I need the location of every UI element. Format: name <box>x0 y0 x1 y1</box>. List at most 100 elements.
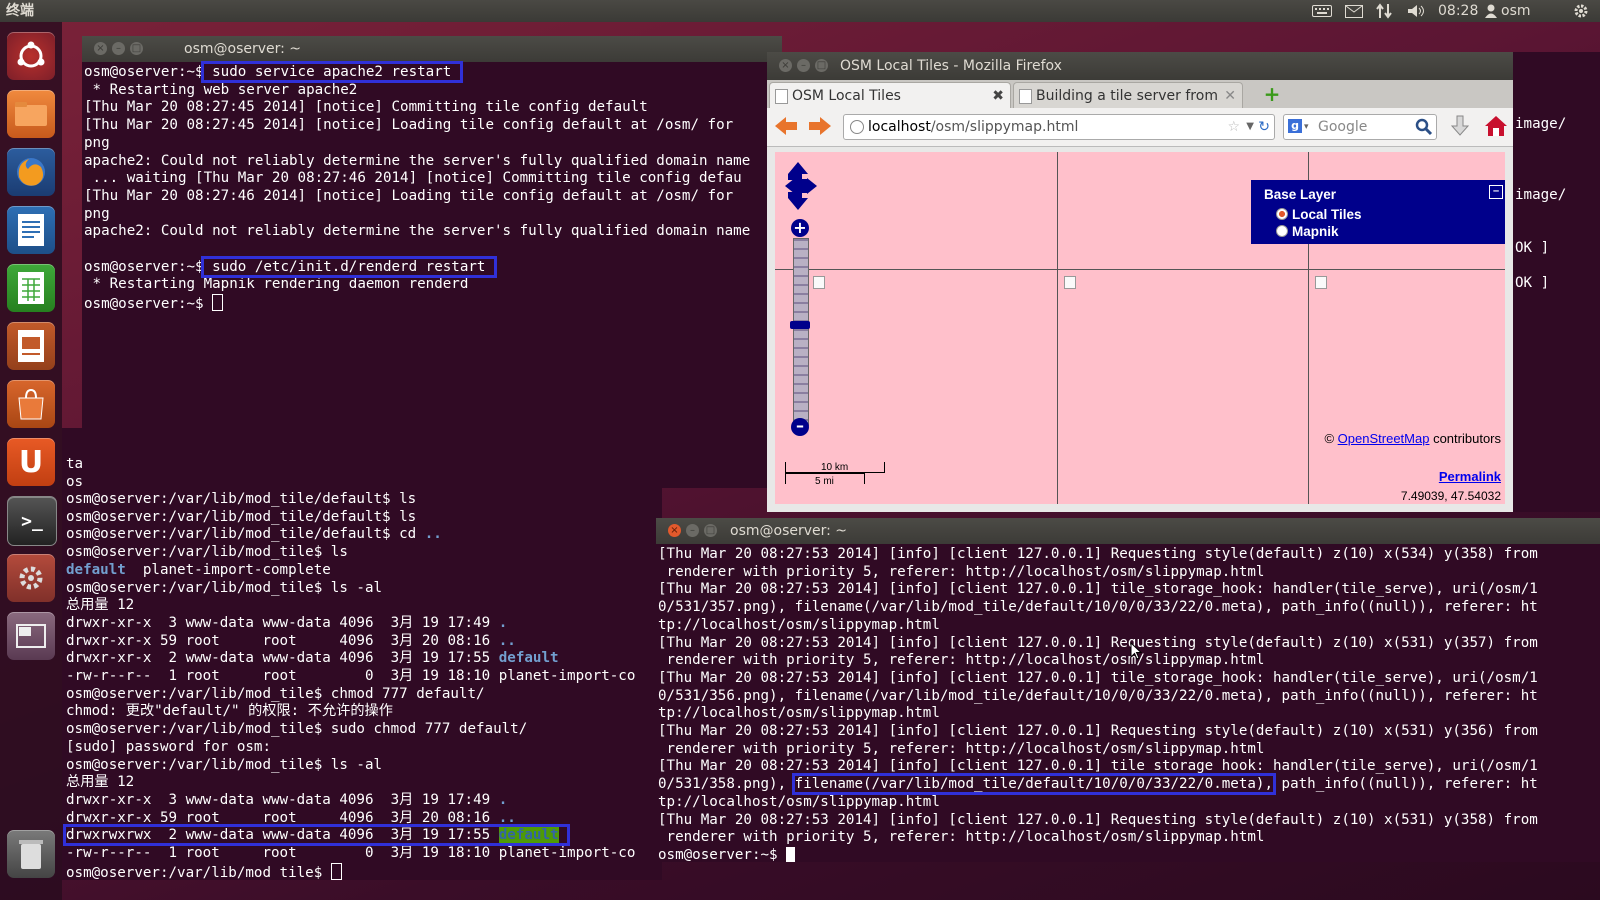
broken-tile-icon <box>1064 276 1076 289</box>
radio-unselected-icon[interactable] <box>1276 225 1288 237</box>
tab-osm-local-tiles[interactable]: OSM Local Tiles ✖ <box>769 82 1011 109</box>
back-arrow-icon[interactable] <box>773 114 799 142</box>
shopping-bag-icon[interactable] <box>7 380 55 428</box>
maximize-button[interactable]: □ <box>815 59 828 72</box>
volume-icon[interactable] <box>1404 0 1428 22</box>
user-name[interactable]: osm <box>1501 0 1531 22</box>
firefox-window[interactable]: × – □ OSM Local Tiles - Mozilla Firefox … <box>767 52 1513 512</box>
terminal-line: osm@oserver:~$ <box>84 294 224 312</box>
ubuntu-logo-icon[interactable] <box>7 32 55 80</box>
google-icon[interactable]: g <box>1288 119 1302 133</box>
network-icon[interactable] <box>1372 0 1396 22</box>
layer-switcher[interactable]: Base Layer – Local Tiles Mapnik <box>1251 180 1505 244</box>
trash-icon[interactable] <box>7 830 55 878</box>
tab-strip: OSM Local Tiles ✖ Building a tile server… <box>767 80 1513 109</box>
cursor <box>212 294 224 312</box>
terminal-line: apache2: Could not reliably determine th… <box>84 223 751 240</box>
window-title: OSM Local Tiles - Mozilla Firefox <box>840 58 1062 74</box>
terminal-line: osm@oserver:/var/lib/mod_tile/default$ l… <box>66 491 417 507</box>
terminal-window-2[interactable]: ta os osm@oserver:/var/lib/mod_tile/defa… <box>62 428 662 880</box>
workspace-icon[interactable] <box>7 612 55 660</box>
terminal-3-output: [Thu Mar 20 08:27:53 2014] [info] [clien… <box>658 546 1538 862</box>
folder-icon[interactable] <box>7 90 55 138</box>
presentation-icon[interactable] <box>7 322 55 370</box>
close-tab-icon[interactable]: ✕ <box>1224 83 1236 109</box>
minimize-layer-switcher-icon[interactable]: – <box>1489 185 1503 199</box>
keyboard-icon[interactable] <box>1310 0 1334 22</box>
dropdown-icon[interactable]: ▼ <box>1246 115 1254 139</box>
terminal-icon[interactable]: >_ <box>7 496 57 546</box>
mail-icon[interactable] <box>1342 0 1366 22</box>
radio-selected-icon[interactable] <box>1276 208 1288 220</box>
navigation-toolbar: localhost/osm/slippymap.html ☆ ▼ ↻ g ▾ G… <box>767 108 1513 147</box>
terminal-line: [Thu Mar 20 08:27:53 2014] [info] [clien… <box>658 811 1538 828</box>
terminal-line: [Thu Mar 20 08:27:53 2014] [info] [clien… <box>658 634 1538 651</box>
terminal-line: png <box>84 134 110 151</box>
page-icon <box>775 89 788 104</box>
layer-option-mapnik[interactable]: Mapnik <box>1276 224 1339 239</box>
zoom-in-button[interactable]: + <box>791 219 809 237</box>
tab-building-tile-server[interactable]: Building a tile server from p... ✕ <box>1013 82 1243 109</box>
permalink[interactable]: Permalink <box>1439 469 1501 484</box>
terminal-line: drwxrwxrwx 2 www-data www-data 4096 3月 1… <box>62 824 571 847</box>
gear-icon[interactable] <box>1570 0 1592 22</box>
zoom-slider[interactable] <box>793 238 809 426</box>
terminal-line: drwxr-xr-x 3 www-data www-data 4096 3月 1… <box>66 791 508 808</box>
terminal-line: osm@oserver:/var/lib/mod_tile$ chmod 777… <box>66 685 485 702</box>
terminal-1-titlebar[interactable]: × – □ osm@oserver: ~ <box>82 36 782 62</box>
terminal-line: osm@oserver:/var/lib/mod_tile$ ls <box>66 544 348 561</box>
terminal-line: osm@oserver:~$ sudo service apache2 rest… <box>84 61 463 83</box>
writer-icon[interactable] <box>7 206 55 254</box>
terminal-line: [Thu Mar 20 08:27:46 2014] [notice] Load… <box>84 187 734 204</box>
spreadsheet-icon[interactable] <box>7 264 55 312</box>
ubuntu-one-icon[interactable]: U <box>7 438 55 486</box>
close-button[interactable]: × <box>668 524 681 537</box>
close-button[interactable]: × <box>94 42 107 55</box>
mouse-position: 7.49039, 47.54032 <box>1400 489 1501 503</box>
zoom-slider-handle[interactable] <box>790 321 810 329</box>
bookmark-star-icon[interactable]: ☆ <box>1227 115 1240 139</box>
slippy-map[interactable]: + – Base Layer – Local Tiles Mapnik 10 k… <box>775 152 1505 504</box>
terminal-2-partial: ta os <box>66 456 84 490</box>
close-button[interactable]: × <box>779 59 792 72</box>
highlighted-command: sudo /etc/init.d/renderd restart <box>200 255 498 278</box>
cursor <box>786 846 796 862</box>
firefox-titlebar[interactable]: × – □ OSM Local Tiles - Mozilla Firefox <box>767 52 1513 80</box>
minimize-button[interactable]: – <box>112 42 125 55</box>
search-bar[interactable]: g ▾ Google <box>1283 114 1437 140</box>
maximize-button[interactable]: □ <box>130 42 143 55</box>
window-title: osm@oserver: ~ <box>730 523 848 539</box>
page-icon <box>1019 89 1032 104</box>
reload-icon[interactable]: ↻ <box>1258 115 1270 139</box>
terminal-line: 0/531/356.png), filename(/var/lib/mod_ti… <box>658 687 1538 704</box>
search-icon[interactable] <box>1415 118 1433 144</box>
layer-option-local-tiles[interactable]: Local Tiles <box>1276 207 1362 222</box>
site-identity-icon[interactable] <box>850 120 864 134</box>
terminal-3-titlebar[interactable]: × – □ osm@oserver: ~ <box>656 518 1600 544</box>
terminal-line: renderer with priority 5, referer: http:… <box>658 563 1265 580</box>
terminal-line: osm@oserver:~$ <box>658 846 796 862</box>
firefox-icon[interactable] <box>7 148 55 196</box>
settings-icon[interactable] <box>7 554 55 602</box>
minimize-button[interactable]: – <box>686 524 699 537</box>
terminal-line: [Thu Mar 20 08:27:45 2014] [notice] Comm… <box>84 99 648 116</box>
terminal-line: 总用量 12 <box>66 774 135 791</box>
maximize-button[interactable]: □ <box>704 524 717 537</box>
download-arrow-icon[interactable] <box>1449 114 1471 142</box>
zoom-out-button[interactable]: – <box>791 418 809 436</box>
minimize-button[interactable]: – <box>797 59 810 72</box>
new-tab-plus-icon[interactable]: + <box>1261 84 1283 104</box>
terminal-window-1[interactable]: × – □ osm@oserver: ~ osm@oserver:~$ sudo… <box>82 36 782 488</box>
url-bar[interactable]: localhost/osm/slippymap.html ☆ ▼ ↻ <box>843 114 1275 140</box>
terminal-line: tp://localhost/osm/slippymap.html <box>658 705 940 722</box>
clock[interactable]: 08:28 <box>1438 0 1478 22</box>
terminal-line: 0/531/358.png), filename(/var/lib/mod_ti… <box>658 773 1538 796</box>
close-tab-icon[interactable]: ✖ <box>992 83 1004 109</box>
active-app-title: 终端 <box>6 3 34 19</box>
terminal-line: osm@oserver:/var/lib/mod_tile$ ls -al <box>66 579 383 596</box>
openstreetmap-link[interactable]: OpenStreetMap <box>1338 431 1430 446</box>
pan-control[interactable] <box>783 160 819 212</box>
forward-arrow-icon[interactable] <box>807 114 833 142</box>
home-icon[interactable] <box>1483 114 1509 142</box>
terminal-window-3[interactable]: × – □ osm@oserver: ~ [Thu Mar 20 08:27:5… <box>656 518 1600 862</box>
